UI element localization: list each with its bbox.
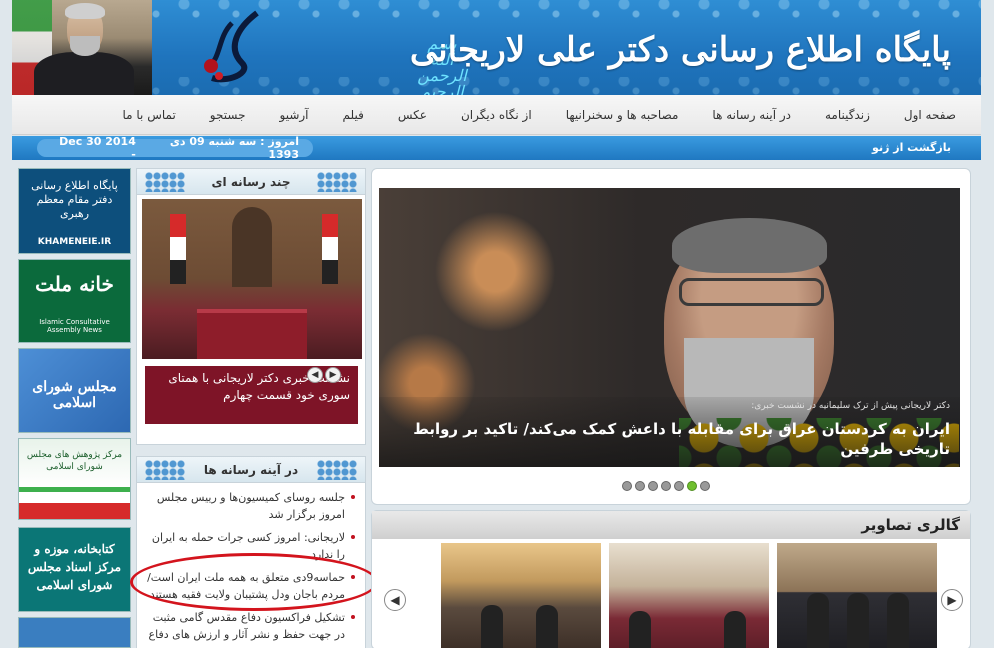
multimedia-box: چند رسانه ای نشست خبری دکتر لاریجانی با … xyxy=(136,168,366,445)
multimedia-photo[interactable] xyxy=(142,199,362,359)
date-label: امروز : سه شنبه 09 دی 1393 xyxy=(169,135,299,161)
nav-item-home[interactable]: صفحه اول xyxy=(887,108,973,122)
main-nav: صفحه اول زندگینامه در آینه رسانه ها مصاح… xyxy=(12,95,981,135)
header-ornament-left xyxy=(145,172,185,192)
slide-kicker: دکتر لاریجانی پیش از ترک سلیمانیه در نشس… xyxy=(751,401,950,411)
list-item[interactable]: جلسه روسای کمیسیون‌ها و رییس مجلس امروز … xyxy=(145,489,355,523)
multimedia-title: چند رسانه ای xyxy=(211,174,291,189)
nav-item-biography[interactable]: زندگینامه xyxy=(808,108,887,122)
banner-khane-mellat-sub: Islamic Consultative Assembly News xyxy=(39,318,110,334)
banner-khamenei-text: پایگاه اطلاع رسانی دفتر مقام معظم رهبری xyxy=(31,179,118,220)
gallery-header: گالری تصاویر xyxy=(372,511,970,539)
next-icon[interactable]: ▶ xyxy=(325,367,341,383)
slider-dot[interactable] xyxy=(648,481,658,491)
nav-item-contact[interactable]: تماس با ما xyxy=(106,108,193,122)
banner-khamenei-sub: KHAMENEIE.IR xyxy=(37,237,112,247)
photo-gallery: گالری تصاویر ◀ ▶ xyxy=(371,510,971,648)
banner-majlis[interactable]: مجلس شورای اسلامی xyxy=(18,348,131,433)
header-ornament-left xyxy=(145,460,185,480)
ticker-bar: بازگشت از ژنو امروز : سه شنبه 09 دی 1393… xyxy=(12,135,981,161)
media-mirror-box: در آینه رسانه ها جلسه روسای کمیسیون‌ها و… xyxy=(136,456,366,648)
banner-khamenei[interactable]: پایگاه اطلاع رسانی دفتر مقام معظم رهبری … xyxy=(18,168,131,254)
header-ornament-bottom xyxy=(12,77,981,95)
banner-library[interactable]: کتابخانه، موزه و مرکز اسناد مجلس شورای ا… xyxy=(18,527,131,612)
gallery-thumb[interactable] xyxy=(441,543,601,648)
slider-dots xyxy=(622,481,710,491)
nav-item-interviews[interactable]: مصاحبه ها و سخنرانیها xyxy=(549,108,696,122)
date-pill: امروز : سه شنبه 09 دی 1393 2014 Dec 30 - xyxy=(37,135,313,161)
slider-dot[interactable] xyxy=(687,481,697,491)
banner-khane-mellat[interactable]: خانه ملت Islamic Consultative Assembly N… xyxy=(18,259,131,343)
news-slider: دکتر لاریجانی پیش از ترک سلیمانیه در نشس… xyxy=(371,168,971,505)
gallery-next-icon[interactable]: ▶ xyxy=(941,589,963,611)
gallery-thumb[interactable] xyxy=(777,543,937,648)
banner-majlis-text: مجلس شورای اسلامی xyxy=(32,379,117,411)
list-item[interactable]: حماسه9دی متعلق به همه ملت ایران است/مردم… xyxy=(145,569,355,603)
slider-dot[interactable] xyxy=(635,481,645,491)
site-title[interactable]: پایگاه اطلاع رسانی دکتر علی لاریجانی xyxy=(410,30,952,70)
prev-icon[interactable]: ◀ xyxy=(307,367,323,383)
banner-khane-mellat-text: خانه ملت xyxy=(35,272,114,296)
nav-item-search[interactable]: جستجو xyxy=(193,108,263,122)
slider-dot[interactable] xyxy=(674,481,684,491)
nav-item-others-view[interactable]: از نگاه دیگران xyxy=(444,108,549,122)
multimedia-nav: ◀ ▶ xyxy=(307,367,341,383)
site-header: بسم الله الرحمن الرحیم پایگاه اطلاع رسان… xyxy=(12,0,981,95)
slide-title[interactable]: ایران به کردستان عراق برای مقابله با داع… xyxy=(389,419,950,459)
media-mirror-list: جلسه روسای کمیسیون‌ها و رییس مجلس امروز … xyxy=(137,483,365,643)
nav-item-videos[interactable]: فیلم xyxy=(326,108,381,122)
nav-list: صفحه اول زندگینامه در آینه رسانه ها مصاح… xyxy=(12,95,981,134)
header-ornament xyxy=(12,0,981,26)
list-item[interactable]: تشکیل فراکسیون دفاع مقدس گامی مثبت در جه… xyxy=(145,609,355,643)
media-mirror-header: در آینه رسانه ها xyxy=(137,457,365,483)
gallery-title: گالری تصاویر xyxy=(861,516,960,534)
slider-dot[interactable] xyxy=(661,481,671,491)
nav-item-photos[interactable]: عکس xyxy=(381,108,444,122)
gallery-prev-icon[interactable]: ◀ xyxy=(384,589,406,611)
banner-library-text: کتابخانه، موزه و مرکز اسناد مجلس شورای ا… xyxy=(27,542,122,592)
nav-item-media-mirror[interactable]: در آینه رسانه ها xyxy=(695,108,808,122)
banner-research-center-text: مرکز پژوهش های مجلس شورای اسلامی xyxy=(26,450,123,472)
nav-item-archive[interactable]: آرشیو xyxy=(263,108,326,122)
slide-caption[interactable]: دکتر لاریجانی پیش از ترک سلیمانیه در نشس… xyxy=(379,397,960,467)
header-portrait xyxy=(12,0,152,95)
gregorian-date: 2014 Dec 30 - xyxy=(59,135,136,161)
header-ornament-right xyxy=(317,460,357,480)
gallery-thumb[interactable] xyxy=(609,543,769,648)
banner-research-center[interactable]: مرکز پژوهش های مجلس شورای اسلامی xyxy=(18,438,131,520)
ticker-headline[interactable]: بازگشت از ژنو xyxy=(872,141,951,154)
list-item[interactable]: لاریجانی: امروز کسی جرات حمله به ایران ر… xyxy=(145,529,355,563)
header-ornament-right xyxy=(317,172,357,192)
slider-dot[interactable] xyxy=(622,481,632,491)
multimedia-header: چند رسانه ای xyxy=(137,169,365,195)
media-mirror-title: در آینه رسانه ها xyxy=(203,462,299,477)
slider-dot[interactable] xyxy=(700,481,710,491)
calligraphy-emblem xyxy=(204,10,259,83)
banner-partial[interactable] xyxy=(18,617,131,648)
